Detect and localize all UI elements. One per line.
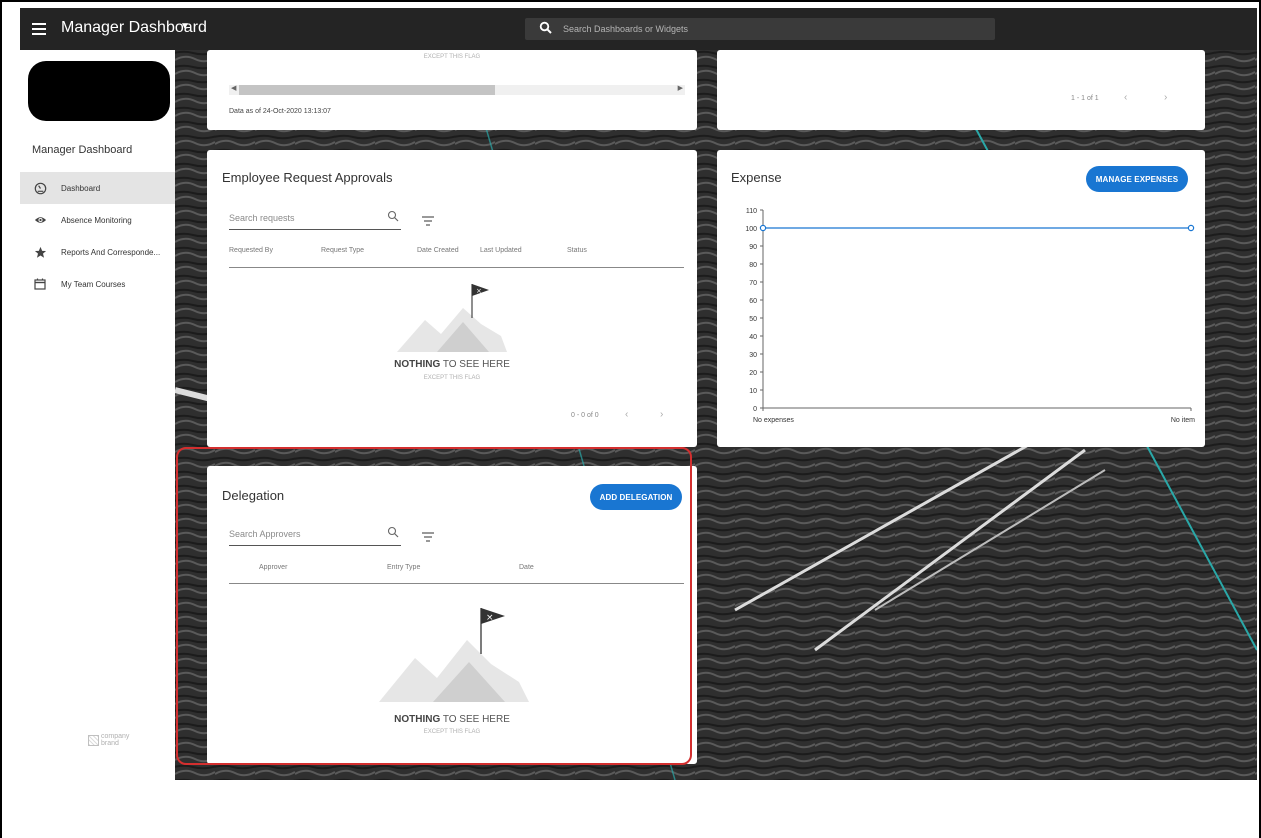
empty-state-title: NOTHING TO SEE HERE (352, 359, 552, 370)
brand-line-1: company (101, 733, 130, 740)
employee-request-approvals-widget: Employee Request Approvals Requested By … (207, 150, 697, 447)
top-left-widget: EXCEPT THIS FLAG ◀ ▶ Data as of 24-Oct-2… (207, 50, 697, 130)
empty-state-subtitle: EXCEPT THIS FLAG (423, 54, 481, 60)
caret-down-icon[interactable]: ▼ (180, 21, 190, 32)
column-header-request-type[interactable]: Request Type (321, 247, 364, 254)
company-brand-logo: company brand (88, 733, 129, 747)
column-header-last-updated[interactable]: Last Updated (480, 247, 522, 254)
empty-state-title-bold: NOTHING (394, 359, 441, 370)
previous-page-icon[interactable]: ‹ (1124, 92, 1127, 103)
y-tick-label: 30 (749, 352, 757, 359)
dashboard-search (525, 18, 995, 40)
redacted-logo (28, 61, 170, 121)
widget-title: Employee Request Approvals (222, 170, 393, 185)
y-tick-label: 50 (749, 316, 757, 323)
x-tick-label: No expenses (753, 417, 794, 424)
y-tick-label: 110 (746, 208, 757, 215)
y-tick-label: 20 (749, 370, 757, 377)
sidebar-title: Manager Dashboard (32, 144, 133, 156)
close-icon: × (476, 287, 482, 295)
hamburger-menu-icon[interactable] (32, 20, 46, 36)
scroll-right-arrow-icon[interactable]: ▶ (678, 84, 683, 92)
expense-widget: Expense MANAGE EXPENSES 0 10 20 30 40 50 60 70 8… (717, 150, 1205, 447)
star-icon (33, 245, 47, 259)
calendar-icon (33, 277, 47, 291)
data-as-of-text: Data as of 24-Oct-2020 13:13:07 (229, 108, 331, 115)
table-header-divider (229, 267, 684, 268)
data-point (759, 224, 767, 232)
empty-state-title-rest: TO SEE HERE (440, 359, 510, 370)
request-search-input[interactable] (229, 208, 379, 228)
data-point (1187, 224, 1195, 232)
top-right-widget: 1 - 1 of 1 ‹ › (717, 50, 1205, 130)
search-icon[interactable] (387, 210, 399, 222)
top-bar: Manager Dashboard ▼ (20, 8, 1257, 50)
horizontal-scrollbar[interactable]: ◀ ▶ (229, 85, 685, 95)
brand-mark-icon (88, 734, 99, 746)
sidebar-item-label: My Team Courses (61, 279, 126, 289)
empty-state-flag-illustration: × (397, 284, 507, 352)
search-icon (539, 21, 552, 34)
eye-icon (33, 213, 47, 227)
expense-line-chart: 0 10 20 30 40 50 60 70 80 90 100 110 No expenses No i… (745, 208, 1195, 424)
y-tick-label: 80 (749, 262, 757, 269)
x-tick-label: No item (1171, 417, 1195, 424)
y-tick-label: 100 (745, 226, 757, 233)
column-header-date-created[interactable]: Date Created (417, 247, 459, 254)
column-header-requested-by[interactable]: Requested By (229, 247, 273, 254)
y-tick-label: 70 (749, 280, 757, 287)
empty-state-subtitle: EXCEPT THIS FLAG (423, 375, 481, 381)
y-tick-label: 0 (753, 406, 757, 413)
sidebar-item-label: Dashboard (61, 183, 101, 193)
sidebar-item-my-team-courses[interactable]: My Team Courses (20, 268, 175, 300)
widget-title: Expense (731, 170, 782, 185)
pagination-range: 1 - 1 of 1 (1071, 95, 1099, 102)
next-page-icon[interactable]: › (1164, 92, 1167, 103)
y-tick-label: 90 (749, 244, 757, 251)
delegation-highlight-box (176, 447, 692, 765)
sidebar-item-dashboard[interactable]: Dashboard (20, 172, 175, 204)
request-search-field (229, 208, 401, 230)
y-tick-label: 60 (749, 298, 757, 305)
y-tick-label: 10 (749, 388, 757, 395)
sidebar-item-absence-monitoring[interactable]: Absence Monitoring (20, 204, 175, 236)
sidebar-item-label: Reports And Corresponde... (61, 247, 161, 257)
sidebar-item-reports[interactable]: Reports And Corresponde... (20, 236, 175, 268)
dashboard-search-input[interactable] (563, 20, 983, 38)
column-header-status[interactable]: Status (567, 247, 587, 254)
y-tick-label: 40 (749, 334, 757, 341)
sidebar-item-label: Absence Monitoring (61, 215, 132, 225)
sidebar-nav: Dashboard Absence Monitoring Reports And… (20, 172, 175, 300)
sidebar: Manager Dashboard Dashboard Absence Moni… (20, 50, 175, 780)
scroll-left-arrow-icon[interactable]: ◀ (231, 84, 236, 92)
brand-line-2: brand (101, 740, 119, 747)
filter-icon[interactable] (421, 216, 435, 226)
dashboard-gauge-icon (33, 181, 47, 195)
next-page-icon[interactable]: › (660, 409, 663, 420)
scrollbar-thumb[interactable] (239, 85, 495, 95)
pagination-range: 0 - 0 of 0 (571, 412, 599, 419)
previous-page-icon[interactable]: ‹ (625, 409, 628, 420)
manage-expenses-button[interactable]: MANAGE EXPENSES (1086, 166, 1188, 192)
